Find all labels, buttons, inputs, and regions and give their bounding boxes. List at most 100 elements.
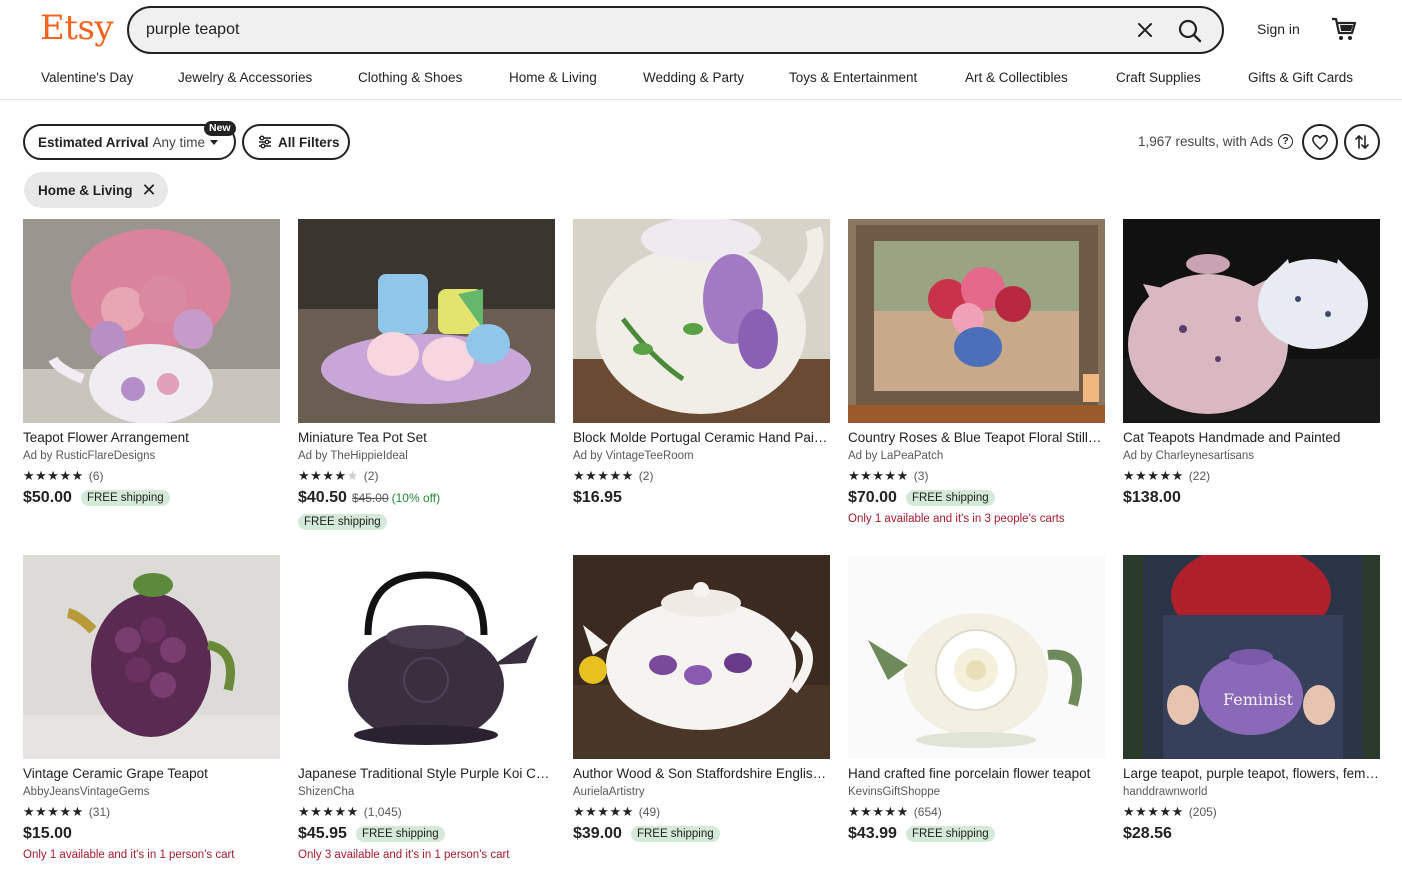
rating: ★★★★★ (205) [1123, 804, 1380, 820]
listing-image[interactable]: Feminist [1123, 555, 1380, 759]
rating: ★★★★★ (49) [573, 804, 830, 820]
listing-image[interactable] [848, 219, 1105, 423]
nav-valentines-day[interactable]: Valentine's Day [41, 70, 133, 85]
listing-image[interactable] [298, 555, 555, 759]
nav-clothing-shoes[interactable]: Clothing & Shoes [358, 70, 462, 85]
listing-card[interactable]: Country Roses & Blue Teapot Floral Still… [848, 219, 1105, 525]
nav-toys-entertainment[interactable]: Toys & Entertainment [789, 70, 917, 85]
rating: ★★★★★ (3) [848, 468, 1105, 484]
clear-search-icon[interactable] [1132, 17, 1158, 43]
star-rating-icon: ★★★★★ [298, 468, 359, 483]
all-filters-label: All Filters [278, 134, 340, 150]
rating: ★★★★★ (31) [23, 804, 280, 820]
listing-card[interactable]: Japanese Traditional Style Purple Koi Ca… [298, 555, 555, 861]
star-rating-icon: ★★★★★ [298, 804, 359, 819]
listing-card[interactable]: Vintage Ceramic Grape Teapot AbbyJeansVin… [23, 555, 280, 861]
sign-in-link[interactable]: Sign in [1257, 21, 1300, 37]
price-row: $39.00 FREE shipping [573, 824, 830, 844]
cart-icon[interactable] [1330, 16, 1358, 42]
favorite-search-button[interactable] [1302, 124, 1338, 160]
price-row: $43.99 FREE shipping [848, 824, 1105, 844]
listing-title[interactable]: Cat Teapots Handmade and Painted [1123, 429, 1380, 447]
listing-image[interactable] [573, 555, 830, 759]
nav-craft-supplies[interactable]: Craft Supplies [1116, 70, 1201, 85]
listing-title[interactable]: Vintage Ceramic Grape Teapot [23, 765, 280, 783]
chip-label: Home & Living [38, 182, 133, 198]
price-row: $138.00 [1123, 488, 1380, 508]
shop-name: ShizenCha [298, 786, 355, 798]
review-count: (654) [913, 805, 942, 819]
all-filters-button[interactable]: All Filters [242, 124, 350, 160]
listing-card[interactable]: Teapot Flower Arrangement Ad by RusticFla… [23, 219, 280, 508]
listing-image[interactable] [1123, 219, 1380, 423]
free-shipping-badge: FREE shipping [80, 490, 170, 506]
nav-home-living[interactable]: Home & Living [509, 70, 597, 85]
listing-image[interactable] [23, 555, 280, 759]
price: $50.00 [23, 489, 72, 506]
listing-image[interactable] [23, 219, 280, 423]
listing-card[interactable]: Cat Teapots Handmade and Painted Ad by Ch… [1123, 219, 1380, 508]
review-count: (3) [913, 469, 929, 483]
nav-art-collectibles[interactable]: Art & Collectibles [965, 70, 1068, 85]
listing-card[interactable]: Feminist Large teapot, purple teapot, flo… [1123, 555, 1380, 844]
free-shipping-badge: FREE shipping [905, 826, 995, 842]
shop-name: Ad by LaPeaPatch [848, 450, 944, 462]
nav-wedding-party[interactable]: Wedding & Party [643, 70, 744, 85]
site-header: Etsy purple teapot Sign in Valentine's D… [0, 0, 1402, 100]
listing-title[interactable]: Large teapot, purple teapot, flowers, fe… [1123, 765, 1380, 783]
listing-image[interactable] [298, 219, 555, 423]
active-filter-chip[interactable]: Home & Living ✕ [24, 172, 168, 208]
review-count: (2) [638, 469, 654, 483]
shop-name: Ad by TheHippieIdeal [298, 450, 408, 462]
free-shipping-badge: FREE shipping [298, 514, 387, 530]
free-shipping-badge: FREE shipping [630, 826, 720, 842]
price: $39.00 [573, 825, 622, 842]
listing-title[interactable]: Teapot Flower Arrangement [23, 429, 280, 447]
results-text: 1,967 results, with Ads [1138, 134, 1274, 149]
etsy-logo[interactable]: Etsy [40, 8, 114, 48]
price: $70.00 [848, 489, 897, 506]
search-input[interactable]: purple teapot [146, 21, 239, 39]
listing-title[interactable]: Miniature Tea Pot Set [298, 429, 555, 447]
price: $43.99 [848, 825, 897, 842]
price-row: $15.00 [23, 824, 280, 844]
shop-name: Ad by VintageTeeRoom [573, 450, 694, 462]
review-count: (205) [1188, 805, 1217, 819]
close-icon[interactable]: ✕ [142, 181, 157, 199]
help-icon[interactable]: ? [1278, 134, 1294, 149]
listing-title[interactable]: Country Roses & Blue Teapot Floral Still… [848, 429, 1105, 447]
price-row: $45.95 FREE shipping [298, 824, 555, 844]
rating: ★★★★★ (2) [573, 468, 830, 484]
sort-button[interactable] [1344, 124, 1380, 160]
results-count: 1,967 results, with Ads ? [1138, 134, 1294, 149]
estimated-arrival-label: Estimated Arrival [38, 134, 149, 150]
shop-name: AurielaArtistry [573, 786, 645, 798]
listing-card[interactable]: Author Wood & Son Staffordshire English … [573, 555, 830, 844]
search-bar[interactable]: purple teapot [127, 6, 1224, 54]
listing-card[interactable]: Hand crafted fine porcelain flower teapo… [848, 555, 1105, 844]
nav-gifts-gift-cards[interactable]: Gifts & Gift Cards [1248, 70, 1353, 85]
listing-image[interactable] [848, 555, 1105, 759]
listing-title[interactable]: Author Wood & Son Staffordshire English … [573, 765, 830, 783]
listing-title[interactable]: Japanese Traditional Style Purple Koi Ca… [298, 765, 555, 783]
estimated-arrival-value: Any time [152, 134, 206, 150]
rating: ★★★★★ (6) [23, 468, 280, 484]
free-shipping-badge: FREE shipping [905, 490, 995, 506]
listing-title[interactable]: Hand crafted fine porcelain flower teapo… [848, 765, 1105, 783]
price-row: $70.00 FREE shipping [848, 488, 1105, 508]
nav-jewelry-accessories[interactable]: Jewelry & Accessories [178, 70, 312, 85]
listing-card[interactable]: Block Molde Portugal Ceramic Hand Painte… [573, 219, 830, 508]
review-count: (2) [363, 469, 379, 483]
listing-title[interactable]: Block Molde Portugal Ceramic Hand Painte… [573, 429, 830, 447]
listing-image[interactable] [573, 219, 830, 423]
star-rating-icon: ★★★★★ [573, 804, 634, 819]
star-rating-icon: ★★★★★ [848, 804, 909, 819]
price: $15.00 [23, 825, 72, 842]
filter-sliders-icon [259, 135, 271, 149]
search-icon[interactable] [1175, 16, 1205, 46]
svg-text:Feminist: Feminist [1223, 690, 1294, 709]
heart-icon [1312, 134, 1328, 150]
listing-card[interactable]: Miniature Tea Pot Set Ad by TheHippieIdea… [298, 219, 555, 530]
category-nav: Valentine's Day Jewelry & Accessories Cl… [0, 70, 1402, 90]
review-count: (31) [88, 805, 111, 819]
